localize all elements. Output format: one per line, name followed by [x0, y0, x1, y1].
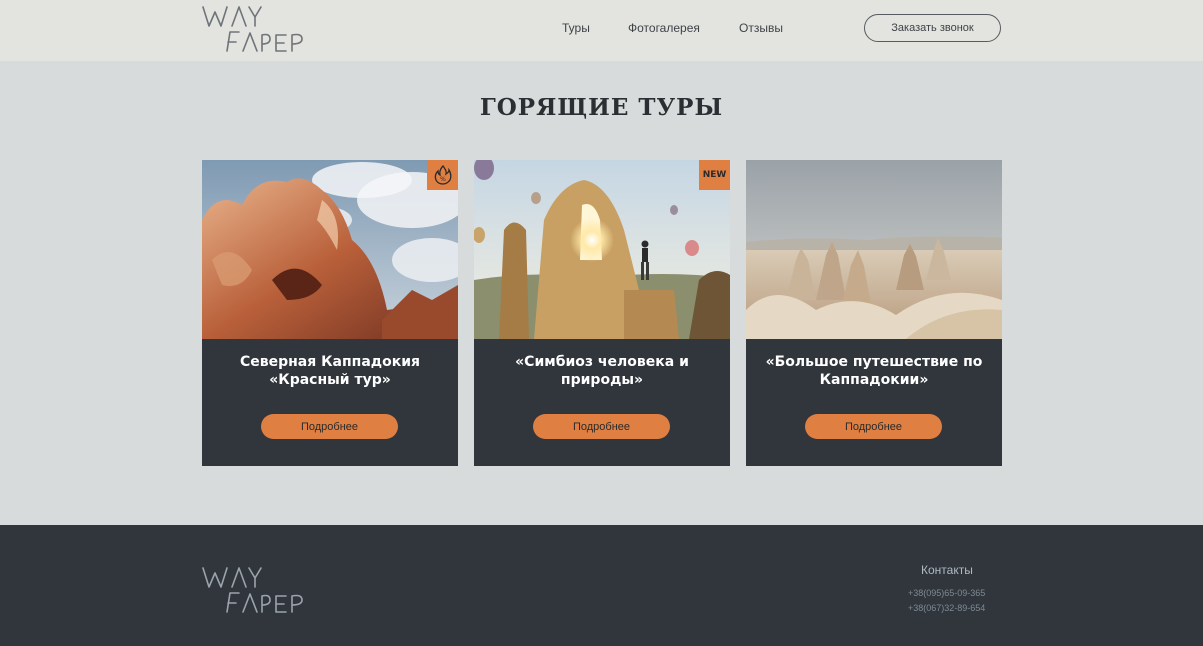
rock-arch-balloons-photo: [474, 160, 730, 339]
nav-item-gallery[interactable]: Фотогалерея: [628, 21, 700, 35]
tour-card: «Большое путешествие по Каппадокии» Подр…: [746, 160, 1002, 466]
new-badge: NEW: [699, 160, 730, 190]
details-button[interactable]: Подробнее: [533, 414, 670, 439]
nav-item-tours[interactable]: Туры: [562, 21, 590, 35]
fairy-chimneys-valley-photo: [746, 160, 1002, 339]
tour-card-title: Северная Каппадокия «Красный тур»: [239, 354, 421, 388]
tour-card: NEW «Симбиоз человека и природы» Подробн…: [474, 160, 730, 466]
tour-card-title: «Симбиоз человека и природы»: [515, 354, 689, 388]
nav-item-reviews[interactable]: Отзывы: [739, 21, 783, 35]
hot-badge: %: [427, 160, 458, 190]
tour-card: % Северная Каппадокия «Красный тур» Подр…: [202, 160, 458, 466]
tour-card-title: «Большое путешествие по Каппадокии»: [765, 354, 983, 388]
details-button[interactable]: Подробнее: [805, 414, 942, 439]
contacts-heading: Контакты: [921, 563, 973, 577]
new-badge-label: NEW: [702, 170, 727, 180]
red-rock-formation-photo: [202, 160, 458, 339]
phone-link[interactable]: +38(095)65-09-365: [908, 588, 985, 598]
phone-link[interactable]: +38(067)32-89-654: [908, 603, 985, 613]
wayfarer-logo-footer[interactable]: [202, 565, 312, 615]
svg-text:%: %: [440, 176, 446, 183]
header: Туры Фотогалерея Отзывы Заказать звонок: [0, 0, 1203, 61]
fire-icon: %: [434, 165, 451, 185]
details-button[interactable]: Подробнее: [261, 414, 398, 439]
wayfarer-logo[interactable]: [202, 4, 312, 54]
page-title: ГОРЯЩИЕ ТУРЫ: [479, 94, 724, 121]
order-call-button[interactable]: Заказать звонок: [864, 14, 1001, 42]
footer: Контакты +38(095)65-09-365 +38(067)32-89…: [0, 525, 1203, 646]
